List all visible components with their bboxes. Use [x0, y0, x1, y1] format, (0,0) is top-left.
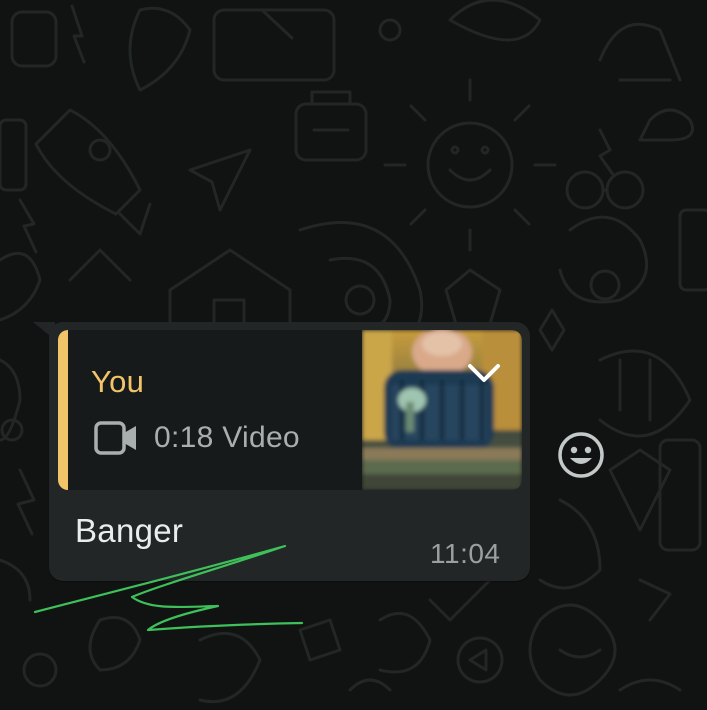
chevron-down-icon [468, 364, 500, 382]
quote-author: You [91, 364, 145, 399]
message-timestamp: 11:04 [430, 538, 501, 569]
video-thumbnail-image [362, 330, 522, 490]
message-menu-button[interactable] [461, 356, 507, 390]
quote-media-detail: 0:18 Video [154, 421, 300, 454]
message-text: Banger [75, 512, 184, 549]
quote-accent-bar [58, 330, 68, 490]
video-thumbnail[interactable] [362, 330, 522, 490]
video-camera-icon [94, 421, 136, 455]
quote-media-info: 0:18 Video [94, 418, 300, 458]
smiley-icon [558, 432, 604, 478]
reaction-button[interactable] [556, 430, 606, 480]
quoted-message[interactable]: You 0:18 Video [58, 330, 522, 490]
